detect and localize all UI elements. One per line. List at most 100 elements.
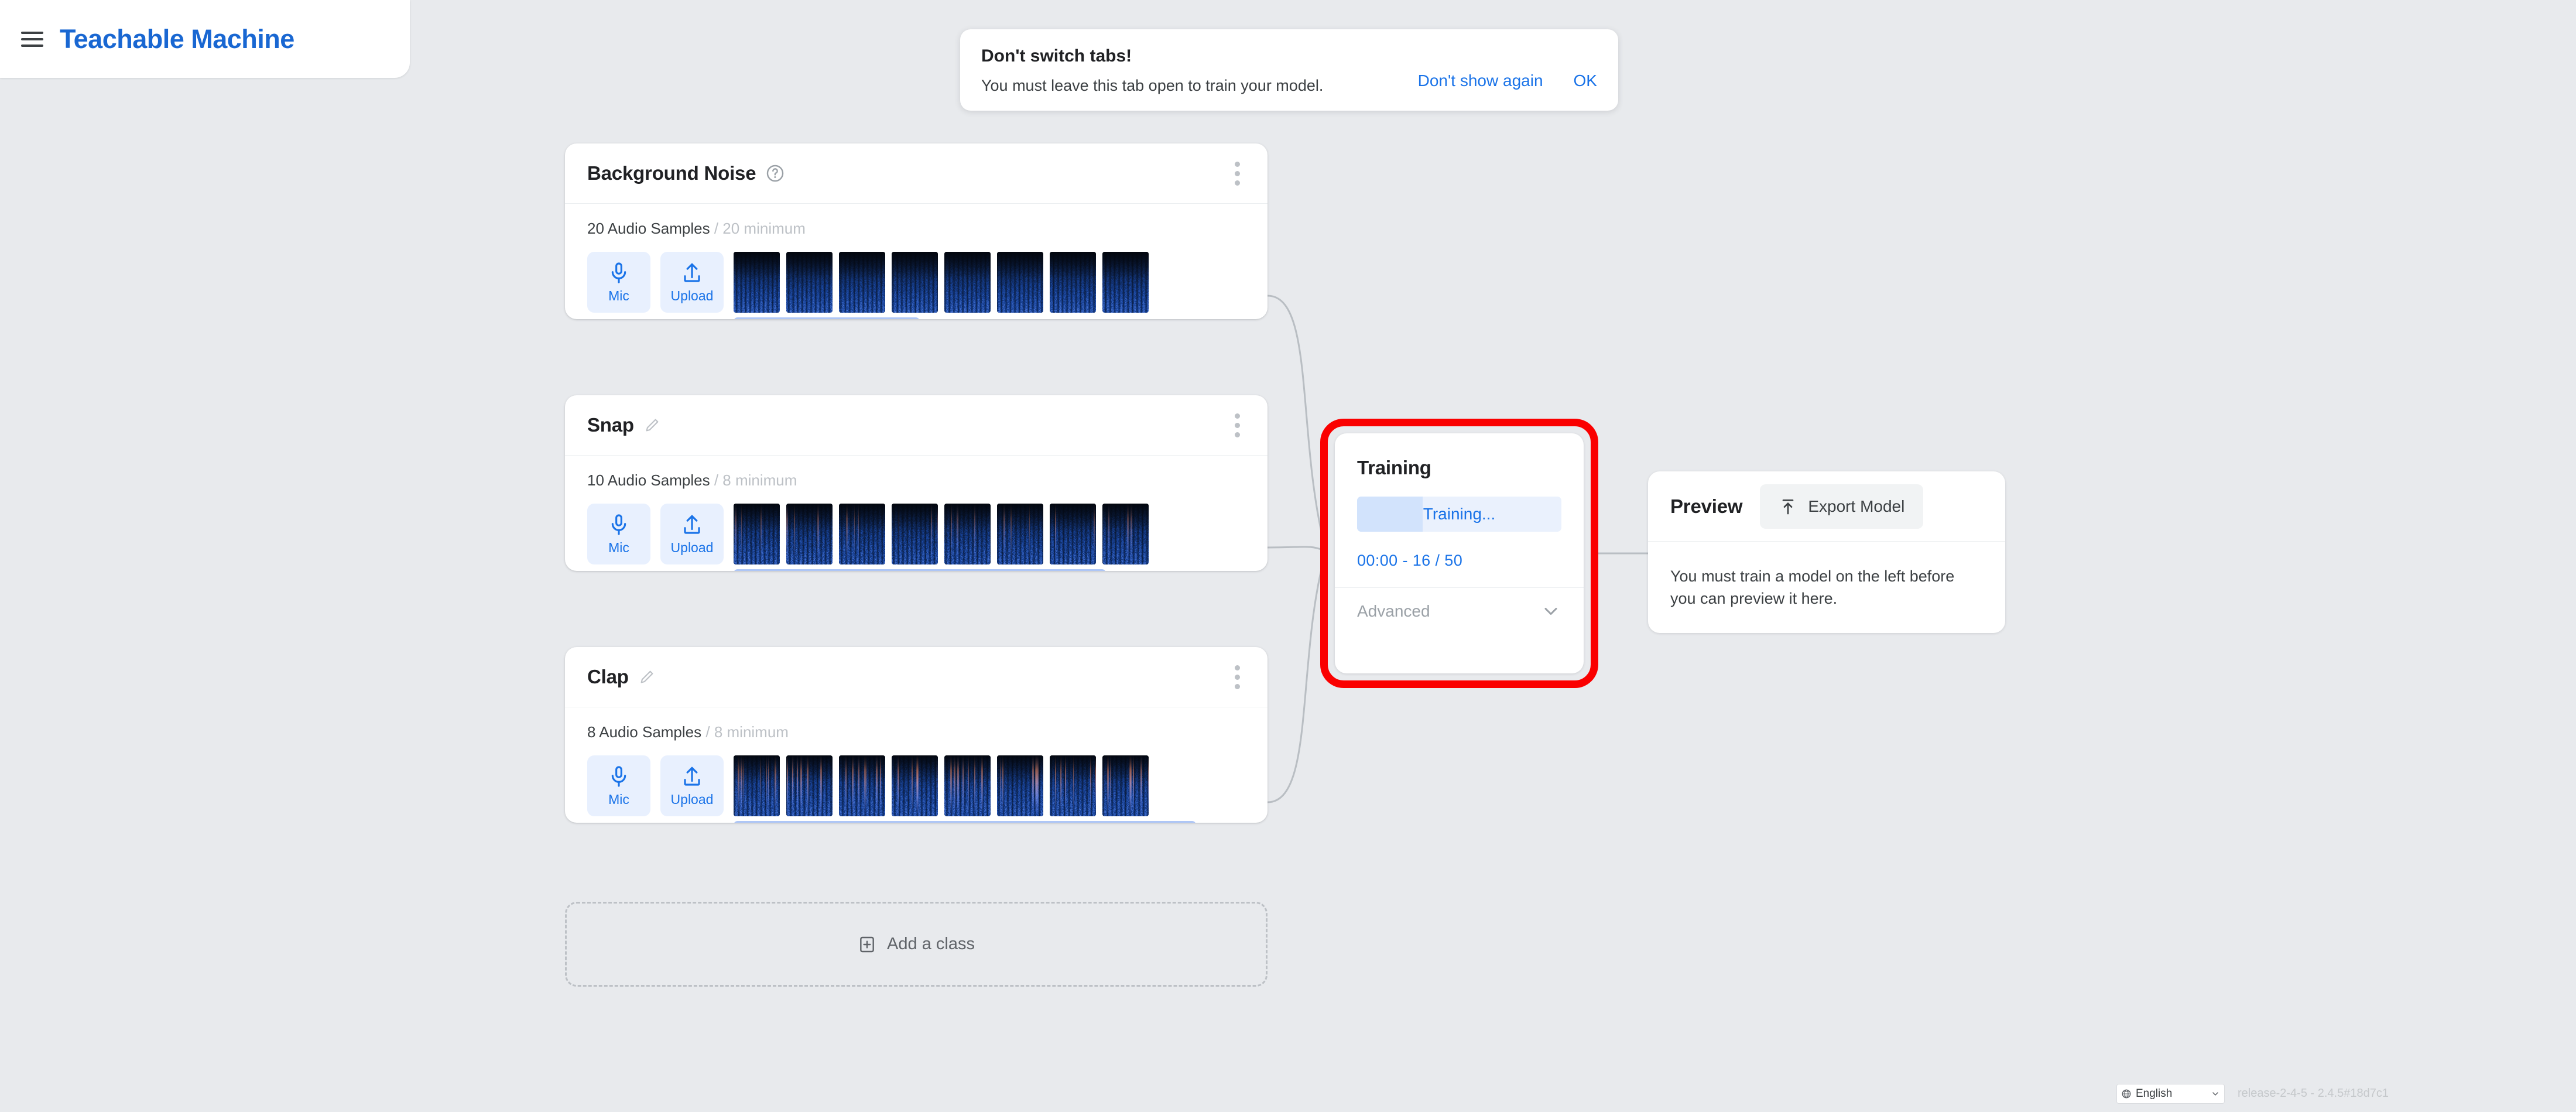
preview-panel: Preview Export Model You must train a mo…	[1648, 471, 2005, 633]
export-model-label: Export Model	[1808, 497, 1904, 516]
sample-count-line: 10 Audio Samples / 8 minimum	[587, 471, 1268, 490]
upload-button-label: Upload	[671, 288, 714, 304]
training-status-text: 00:00 - 16 / 50	[1335, 532, 1584, 570]
sample-thumbnail[interactable]	[1050, 755, 1096, 816]
advanced-label: Advanced	[1357, 602, 1430, 621]
sample-thumbnail[interactable]	[1102, 504, 1149, 564]
training-title: Training	[1335, 433, 1584, 479]
upload-samples-button[interactable]: Upload	[660, 252, 724, 313]
microphone-icon	[607, 765, 631, 788]
sample-thumbnail[interactable]	[734, 252, 780, 313]
class-name-label: Snap	[587, 414, 634, 436]
class-card-header: Background Noise	[565, 143, 1268, 204]
class-card: Clap 8 Audio Samples / 8 minimum Mic Upload	[565, 647, 1268, 823]
sample-thumbnail[interactable]	[839, 504, 885, 564]
sample-thumbnail[interactable]	[786, 504, 833, 564]
mic-button-label: Mic	[608, 540, 629, 556]
sample-minimum-value: / 20 minimum	[714, 220, 806, 237]
samples-scrollbar[interactable]	[734, 569, 1106, 571]
training-panel: Training Training... 00:00 - 16 / 50 Adv…	[1335, 433, 1584, 673]
class-card-header: Clap	[565, 647, 1268, 707]
language-select[interactable]: English	[2116, 1084, 2225, 1104]
sample-thumbnail[interactable]	[839, 252, 885, 313]
class-options-menu-button[interactable]	[1224, 662, 1250, 692]
app-header: Teachable Machine	[0, 0, 410, 78]
sample-thumbnail[interactable]	[944, 755, 991, 816]
chevron-down-icon	[1540, 601, 1561, 622]
export-model-button[interactable]: Export Model	[1760, 484, 1923, 529]
sample-count-value: 10 Audio Samples	[587, 471, 710, 489]
sample-thumbnail-strip[interactable]	[734, 755, 1265, 816]
samples-row: Mic Upload	[587, 252, 1268, 313]
microphone-icon	[607, 261, 631, 285]
flow-connectors	[0, 0, 2576, 1112]
upload-button-label: Upload	[671, 540, 714, 556]
upload-button-label: Upload	[671, 792, 714, 808]
samples-scrollbar[interactable]	[734, 821, 1196, 823]
mic-record-button[interactable]: Mic	[587, 504, 650, 564]
sample-count-line: 20 Audio Samples / 20 minimum	[587, 220, 1268, 238]
upload-samples-button[interactable]: Upload	[660, 504, 724, 564]
app-brand-title: Teachable Machine	[60, 24, 294, 54]
edit-pencil-icon[interactable]	[643, 416, 661, 434]
train-model-button[interactable]: Training...	[1357, 497, 1561, 532]
preview-empty-message: You must train a model on the left befor…	[1648, 542, 2005, 610]
sample-thumbnail[interactable]	[944, 504, 991, 564]
preview-title: Preview	[1670, 495, 1742, 518]
sample-thumbnail[interactable]	[892, 504, 938, 564]
sample-count-value: 20 Audio Samples	[587, 220, 710, 237]
sample-thumbnail[interactable]	[892, 755, 938, 816]
samples-row: Mic Upload	[587, 755, 1268, 816]
add-a-class-label: Add a class	[887, 935, 975, 954]
class-card: Snap 10 Audio Samples / 8 minimum Mic Uploa…	[565, 395, 1268, 571]
mic-record-button[interactable]: Mic	[587, 252, 650, 313]
add-a-class-button[interactable]: Add a class	[565, 902, 1268, 987]
class-options-menu-button[interactable]	[1224, 159, 1250, 188]
sample-thumbnail[interactable]	[944, 252, 991, 313]
language-select-value: English	[2136, 1087, 2207, 1100]
sample-minimum-value: / 8 minimum	[705, 723, 789, 741]
class-name-label: Clap	[587, 666, 629, 688]
mic-button-label: Mic	[608, 792, 629, 808]
sample-thumbnail[interactable]	[1050, 252, 1096, 313]
dont-switch-tabs-toast: Don't switch tabs! You must leave this t…	[960, 29, 1618, 111]
sample-thumbnail[interactable]	[997, 755, 1043, 816]
sample-thumbnail[interactable]	[997, 252, 1043, 313]
sample-thumbnail[interactable]	[839, 755, 885, 816]
upload-samples-button[interactable]: Upload	[660, 755, 724, 816]
samples-row: Mic Upload	[587, 504, 1268, 564]
export-upload-icon	[1779, 497, 1797, 516]
training-button-label: Training...	[1357, 497, 1561, 532]
toast-title: Don't switch tabs!	[981, 45, 1418, 69]
sample-thumbnail[interactable]	[1050, 504, 1096, 564]
sample-thumbnail[interactable]	[786, 755, 833, 816]
class-card-body: 8 Audio Samples / 8 minimum Mic Upload	[565, 707, 1268, 823]
upload-icon	[680, 261, 704, 285]
globe-icon	[2121, 1089, 2132, 1099]
sample-thumbnail[interactable]	[1102, 252, 1149, 313]
class-options-menu-button[interactable]	[1224, 410, 1250, 440]
edit-pencil-icon[interactable]	[638, 668, 656, 686]
sample-thumbnail[interactable]	[734, 755, 780, 816]
mic-button-label: Mic	[608, 288, 629, 304]
sample-thumbnail[interactable]	[892, 252, 938, 313]
hamburger-menu-icon[interactable]	[21, 29, 47, 49]
ok-button[interactable]: OK	[1574, 71, 1597, 90]
advanced-toggle[interactable]: Advanced	[1335, 588, 1584, 635]
dont-show-again-button[interactable]: Don't show again	[1418, 71, 1543, 90]
sample-count-value: 8 Audio Samples	[587, 723, 701, 741]
sample-thumbnail[interactable]	[786, 252, 833, 313]
sample-thumbnail[interactable]	[1102, 755, 1149, 816]
microphone-icon	[607, 513, 631, 536]
help-icon[interactable]	[765, 163, 785, 183]
sample-thumbnail-strip[interactable]	[734, 504, 1265, 564]
samples-scrollbar[interactable]	[734, 317, 920, 319]
sample-thumbnail[interactable]	[734, 504, 780, 564]
class-name-label: Background Noise	[587, 162, 756, 184]
mic-record-button[interactable]: Mic	[587, 755, 650, 816]
sample-thumbnail[interactable]	[997, 504, 1043, 564]
sample-thumbnail-strip[interactable]	[734, 252, 1265, 313]
class-card-header: Snap	[565, 395, 1268, 456]
toast-subtitle: You must leave this tab open to train yo…	[981, 75, 1418, 96]
add-box-icon	[858, 935, 876, 954]
